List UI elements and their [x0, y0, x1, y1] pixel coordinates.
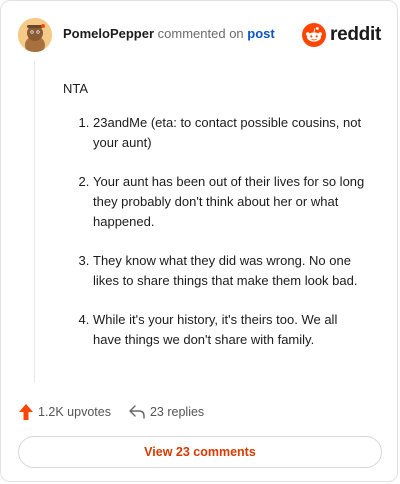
comment-footer: 1.2K upvotes 23 replies — [19, 402, 222, 422]
reddit-logo-icon — [302, 23, 327, 47]
view-comments-button[interactable]: View 23 comments — [18, 436, 382, 468]
list-item: They know what they did was wrong. No on… — [93, 251, 369, 291]
upvote-arrow-icon — [19, 404, 33, 420]
thread-line — [34, 61, 35, 383]
brand-name: reddit — [330, 24, 381, 45]
comment-header: PomeloPepper commented on post reddit — [18, 18, 381, 52]
upvotes-count: 1.2K upvotes — [38, 405, 111, 419]
comment-body: NTA 23andMe (eta: to contact possible co… — [63, 79, 369, 369]
post-link[interactable]: post — [247, 26, 274, 41]
replies-count: 23 replies — [149, 405, 205, 419]
replies-stat[interactable]: 23 replies — [129, 405, 204, 419]
username[interactable]: PomeloPepper — [63, 26, 154, 41]
list-item: Your aunt has been out of their lives fo… — [93, 172, 369, 232]
snoo-avatar-icon[interactable] — [18, 18, 52, 52]
comment-intro: NTA — [63, 81, 89, 96]
reply-arrow-icon — [129, 405, 145, 419]
comment-card: PomeloPepper commented on post reddit NT… — [0, 0, 398, 482]
list-item: While it's your history, it's theirs too… — [93, 310, 369, 350]
commented-on-text: commented on — [157, 26, 244, 41]
list-item: 23andMe (eta: to contact possible cousin… — [93, 113, 369, 153]
comment-list: 23andMe (eta: to contact possible cousin… — [63, 113, 369, 350]
upvotes-stat[interactable]: 1.2K upvotes — [19, 404, 111, 420]
comment-meta: PomeloPepper commented on post — [63, 26, 275, 42]
reddit-brand[interactable]: reddit — [302, 22, 381, 48]
